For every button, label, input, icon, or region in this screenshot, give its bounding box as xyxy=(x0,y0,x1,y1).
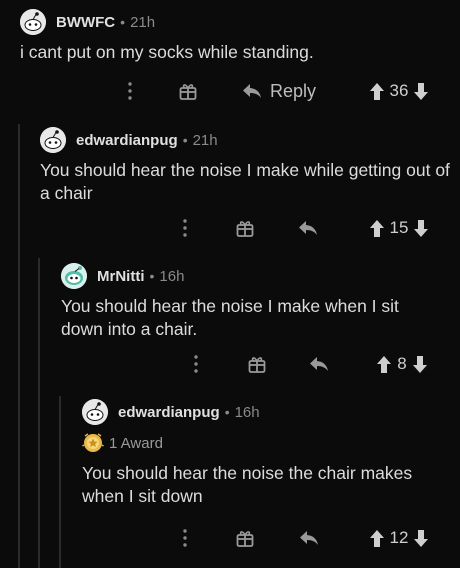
comment-3-actions: 8 xyxy=(61,350,460,378)
more-options-button[interactable] xyxy=(123,77,137,105)
gift-icon xyxy=(236,531,254,547)
vote-count: 12 xyxy=(389,528,409,547)
vote-controls: 12 xyxy=(358,524,440,552)
upvote-arrow-icon[interactable] xyxy=(369,82,384,100)
avatar[interactable] xyxy=(82,399,108,425)
reply-button[interactable] xyxy=(295,524,323,552)
thread-line-level-1[interactable] xyxy=(18,124,20,568)
downvote-arrow-icon[interactable] xyxy=(412,355,427,373)
give-award-button[interactable] xyxy=(233,214,257,242)
username[interactable]: edwardianpug xyxy=(118,404,220,421)
gift-icon xyxy=(248,357,266,373)
vote-controls: 15 xyxy=(358,214,440,242)
more-vertical-icon xyxy=(194,355,198,373)
reply-button[interactable] xyxy=(294,214,322,242)
reply-arrow-icon xyxy=(243,84,261,98)
snoo-avatar-icon xyxy=(82,399,108,425)
avatar[interactable] xyxy=(20,9,46,35)
username[interactable]: MrNitti xyxy=(97,268,145,285)
thread-line-level-3[interactable] xyxy=(59,396,61,568)
reply-arrow-icon xyxy=(310,357,328,371)
comment-body: i cant put on my socks while standing. xyxy=(20,42,314,62)
vote-controls: 36 xyxy=(356,77,442,105)
vote-count: 15 xyxy=(389,218,409,237)
upvote-arrow-icon[interactable] xyxy=(369,219,384,237)
timestamp: 16h xyxy=(159,267,185,285)
snoo-avatar-icon xyxy=(20,9,46,35)
timestamp: 21h xyxy=(192,131,218,149)
avatar[interactable] xyxy=(61,263,87,289)
more-options-button[interactable] xyxy=(178,524,192,552)
vote-controls: 8 xyxy=(366,350,438,378)
give-award-button[interactable] xyxy=(176,77,200,105)
award-count-label: 1 Award xyxy=(109,434,163,452)
give-award-button[interactable] xyxy=(233,524,257,552)
comment-2-actions: 15 xyxy=(40,214,460,242)
comment-4-actions: 12 xyxy=(82,524,460,552)
timestamp: 16h xyxy=(234,403,260,421)
comment-3: MrNitti • 16h You should hear the noise … xyxy=(61,262,460,341)
comment-2: edwardianpug • 21h You should hear the n… xyxy=(40,126,460,205)
separator-dot: • xyxy=(182,132,188,148)
comment-header: MrNitti • 16h xyxy=(61,262,460,290)
thread-line-level-2[interactable] xyxy=(38,258,40,568)
comment-body: You should hear the noise the chair make… xyxy=(82,463,413,506)
downvote-arrow-icon[interactable] xyxy=(414,82,429,100)
award-medal-icon xyxy=(82,433,104,452)
avatar[interactable] xyxy=(40,127,66,153)
comment-4: edwardianpug • 16h 1 Award You should he… xyxy=(82,398,460,508)
reply-label: Reply xyxy=(270,80,317,101)
reply-arrow-icon xyxy=(300,531,318,545)
reply-button[interactable] xyxy=(305,350,333,378)
comment-body: You should hear the noise I make while g… xyxy=(40,160,450,203)
give-award-button[interactable] xyxy=(245,350,269,378)
upvote-arrow-icon[interactable] xyxy=(377,355,392,373)
downvote-arrow-icon[interactable] xyxy=(414,219,429,237)
timestamp: 21h xyxy=(130,13,156,31)
username[interactable]: BWWFC xyxy=(56,14,115,31)
gift-icon xyxy=(236,221,254,237)
separator-dot: • xyxy=(149,268,155,284)
reply-button[interactable]: Reply xyxy=(242,77,322,105)
vote-count: 36 xyxy=(389,81,409,100)
vote-count: 8 xyxy=(397,354,407,373)
comment-header: edwardianpug • 21h xyxy=(40,126,460,154)
snoo-avatar-icon xyxy=(40,127,66,153)
more-vertical-icon xyxy=(183,529,187,547)
separator-dot: • xyxy=(224,404,230,420)
username[interactable]: edwardianpug xyxy=(76,132,178,149)
comment-1-actions: Reply 36 xyxy=(20,77,460,105)
gift-icon xyxy=(179,84,197,100)
more-vertical-icon xyxy=(128,82,132,100)
downvote-arrow-icon[interactable] xyxy=(414,529,429,547)
upvote-arrow-icon[interactable] xyxy=(369,529,384,547)
more-options-button[interactable] xyxy=(189,350,203,378)
more-options-button[interactable] xyxy=(178,214,192,242)
separator-dot: • xyxy=(120,14,126,30)
comment-header: BWWFC • 21h xyxy=(20,8,460,36)
comment-body: You should hear the noise I make when I … xyxy=(61,296,399,339)
comment-header: edwardianpug • 16h xyxy=(82,398,460,426)
snoo-avatar-icon xyxy=(61,263,87,289)
reply-arrow-icon xyxy=(299,221,317,235)
more-vertical-icon xyxy=(183,219,187,237)
award-badge[interactable]: 1 Award xyxy=(82,432,460,454)
